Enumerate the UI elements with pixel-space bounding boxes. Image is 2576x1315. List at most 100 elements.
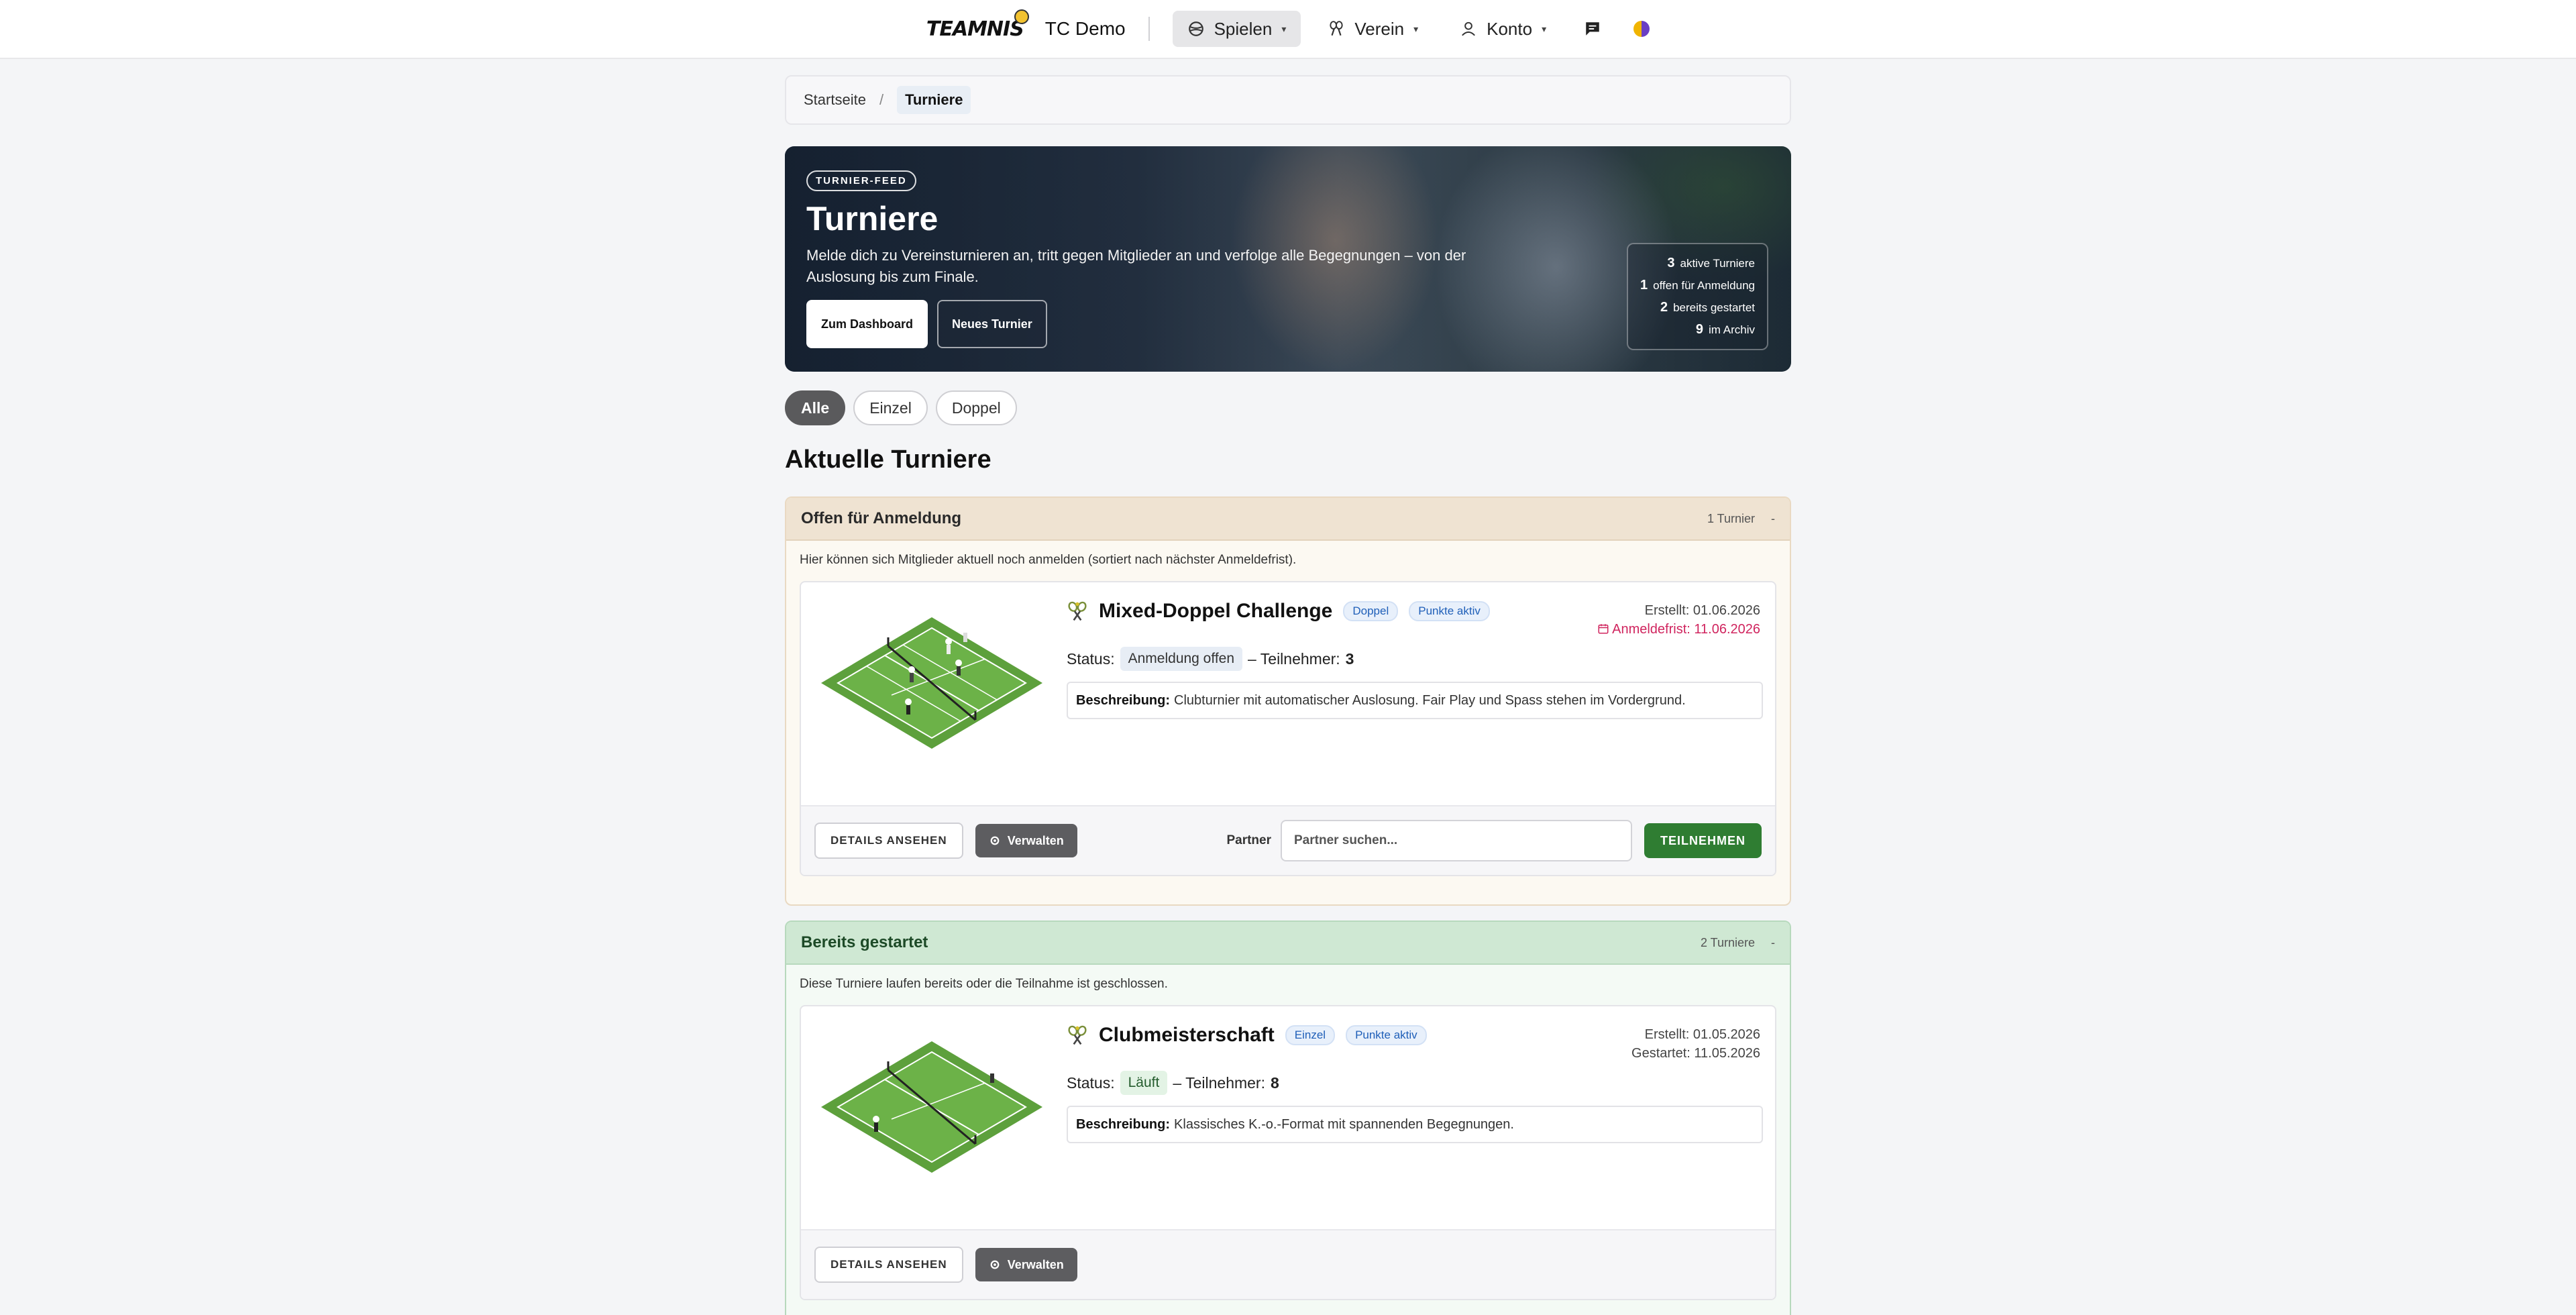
collapse-toggle[interactable]: - bbox=[1771, 936, 1775, 950]
stat-value: 3 bbox=[1667, 256, 1675, 270]
crossed-rackets-icon bbox=[1068, 601, 1087, 621]
card-title-row: Mixed-Doppel Challenge Doppel Punkte akt… bbox=[1067, 600, 1490, 623]
participants-count: 8 bbox=[1270, 1073, 1279, 1092]
stat-archive: 9 im Archiv bbox=[1640, 319, 1755, 341]
stat-started: 2 bereits gestartet bbox=[1640, 297, 1755, 319]
nav-divider bbox=[1148, 17, 1150, 41]
hero-content: TURNIER-FEED Turniere Melde dich zu Vere… bbox=[806, 170, 1544, 348]
tennis-ball-icon bbox=[1014, 9, 1029, 24]
stat-active: 3 aktive Turniere bbox=[1640, 252, 1755, 274]
singles-court-image bbox=[821, 1041, 1042, 1173]
stat-label: bereits gestartet bbox=[1673, 301, 1755, 314]
nav-verein-label: Verein bbox=[1354, 18, 1405, 39]
status-row: Status: Anmeldung offen – Teilnehmer: 3 bbox=[1067, 647, 1354, 671]
nav-verein[interactable]: Verein ▾ bbox=[1313, 11, 1433, 47]
nav-konto[interactable]: Konto ▾ bbox=[1445, 11, 1561, 47]
tag-type: Doppel bbox=[1343, 601, 1399, 621]
manage-button[interactable]: Verwalten bbox=[975, 824, 1077, 857]
partner-label: Partner bbox=[1226, 833, 1271, 847]
partner-search-input[interactable] bbox=[1281, 820, 1632, 861]
details-button[interactable]: DETAILS ANSEHEN bbox=[814, 823, 963, 859]
breadcrumb: Startseite / Turniere bbox=[785, 75, 1791, 125]
dashboard-button[interactable]: Zum Dashboard bbox=[806, 300, 928, 348]
description-box: Beschreibung: Clubturnier mit automatisc… bbox=[1067, 682, 1763, 719]
tournament-title[interactable]: Mixed-Doppel Challenge bbox=[1099, 600, 1332, 623]
chevron-down-icon: ▾ bbox=[1413, 23, 1419, 34]
status-label: Status: bbox=[1067, 1073, 1115, 1092]
registration-deadline: Anmeldefrist: 11.06.2026 bbox=[1597, 620, 1760, 639]
user-icon bbox=[1462, 21, 1476, 36]
group-description: Diese Turniere laufen bereits oder die T… bbox=[800, 977, 1168, 991]
join-button[interactable]: TEILNEHMEN bbox=[1644, 823, 1762, 858]
section-title: Aktuelle Turniere bbox=[785, 445, 991, 474]
new-tournament-button[interactable]: Neues Turnier bbox=[937, 300, 1047, 348]
card-footer: DETAILS ANSEHEN Verwalten bbox=[801, 1229, 1775, 1299]
filter-alle[interactable]: Alle bbox=[785, 390, 846, 425]
group-meta: 1 Turnier - bbox=[1707, 512, 1775, 526]
breadcrumb-home[interactable]: Startseite bbox=[804, 91, 866, 109]
hero-stats: 3 aktive Turniere 1 offen für Anmeldung 2b… bbox=[1627, 243, 1768, 350]
details-button[interactable]: DETAILS ANSEHEN bbox=[814, 1247, 963, 1283]
stat-open: 1 offen für Anmeldung bbox=[1640, 274, 1755, 297]
page-title: Turniere bbox=[806, 200, 938, 238]
chevron-down-icon: ▾ bbox=[1281, 23, 1287, 34]
status-badge: Läuft bbox=[1120, 1071, 1168, 1095]
tournament-card: Mixed-Doppel Challenge Doppel Punkte akt… bbox=[800, 581, 1776, 876]
crossed-rackets-icon bbox=[1068, 1025, 1087, 1045]
teamnis-logo[interactable]: TEAMNIS bbox=[926, 9, 1029, 41]
top-navigation: TEAMNIS TC Demo Spielen ▾ Verein ▾ Konto… bbox=[0, 0, 2576, 59]
stat-label: aktive Turniere bbox=[1680, 257, 1756, 270]
nav-spielen[interactable]: Spielen ▾ bbox=[1172, 11, 1301, 47]
group-meta: 2 Turniere - bbox=[1701, 936, 1775, 950]
group-title: Offen für Anmeldung bbox=[801, 509, 962, 527]
manage-button[interactable]: Verwalten bbox=[975, 1248, 1077, 1281]
stat-label: im Archiv bbox=[1709, 323, 1755, 336]
tag-points: Punkte aktiv bbox=[1346, 1025, 1427, 1045]
description-text: Clubturnier mit automatischer Auslosung.… bbox=[1174, 692, 1686, 708]
logo-text: TEAMNIS bbox=[926, 17, 1024, 41]
started-date: Gestartet: 11.05.2026 bbox=[1631, 1046, 1760, 1061]
created-date: Erstellt: 01.05.2026 bbox=[1644, 1027, 1760, 1042]
type-filter: Alle Einzel Doppel bbox=[785, 390, 1017, 425]
breadcrumb-current: Turniere bbox=[897, 86, 971, 114]
manage-label: Verwalten bbox=[1007, 834, 1064, 847]
nav-spielen-label: Spielen bbox=[1214, 18, 1273, 39]
breadcrumb-separator: / bbox=[879, 91, 884, 108]
group-started: Bereits gestartet 2 Turniere - Diese Tur… bbox=[785, 920, 1791, 1315]
card-dates: Erstellt: 01.06.2026 Anmeldefrist: 11.06… bbox=[1597, 601, 1760, 639]
participants-label: – Teilnehmer: bbox=[1248, 649, 1340, 668]
participants-count: 3 bbox=[1345, 649, 1354, 668]
description-label: Beschreibung: bbox=[1076, 1116, 1171, 1132]
collapse-toggle[interactable]: - bbox=[1771, 512, 1775, 526]
gear-icon bbox=[990, 836, 1000, 845]
manage-label: Verwalten bbox=[1007, 1258, 1064, 1271]
tag-type: Einzel bbox=[1285, 1025, 1336, 1045]
hero-buttons: Zum Dashboard Neues Turnier bbox=[806, 300, 1544, 348]
status-badge: Anmeldung offen bbox=[1120, 647, 1243, 671]
group-count: 1 Turnier bbox=[1707, 511, 1755, 525]
tournament-title[interactable]: Clubmeisterschaft bbox=[1099, 1024, 1275, 1047]
chat-icon[interactable] bbox=[1584, 20, 1601, 38]
tag-points: Punkte aktiv bbox=[1409, 601, 1490, 621]
status-row: Status: Läuft – Teilnehmer: 8 bbox=[1067, 1071, 1279, 1095]
gear-icon bbox=[990, 1260, 1000, 1269]
stat-value: 2 bbox=[1660, 300, 1668, 315]
group-count: 2 Turniere bbox=[1700, 935, 1755, 949]
card-footer: DETAILS ANSEHEN Verwalten Partner TEILNE… bbox=[801, 805, 1775, 875]
nav-konto-label: Konto bbox=[1487, 18, 1533, 39]
created-date: Erstellt: 01.06.2026 bbox=[1644, 603, 1760, 618]
group-title: Bereits gestartet bbox=[801, 933, 928, 951]
theme-toggle-icon[interactable] bbox=[1633, 21, 1650, 37]
filter-doppel[interactable]: Doppel bbox=[935, 390, 1017, 425]
group-header[interactable]: Offen für Anmeldung 1 Turnier - bbox=[786, 498, 1790, 541]
hero-banner: TURNIER-FEED Turniere Melde dich zu Vere… bbox=[785, 146, 1791, 372]
group-description: Hier können sich Mitglieder aktuell noch… bbox=[800, 553, 1297, 567]
calendar-icon bbox=[1598, 624, 1609, 634]
hero-subtitle: Melde dich zu Vereinsturnieren an, tritt… bbox=[806, 247, 1466, 285]
filter-einzel[interactable]: Einzel bbox=[853, 390, 928, 425]
stat-value: 1 bbox=[1640, 278, 1648, 293]
description-box: Beschreibung: Klassisches K.-o.-Format m… bbox=[1067, 1106, 1763, 1143]
card-title-row: Clubmeisterschaft Einzel Punkte aktiv bbox=[1067, 1024, 1427, 1047]
club-name[interactable]: TC Demo bbox=[1045, 18, 1126, 40]
group-header[interactable]: Bereits gestartet 2 Turniere - bbox=[786, 922, 1790, 965]
